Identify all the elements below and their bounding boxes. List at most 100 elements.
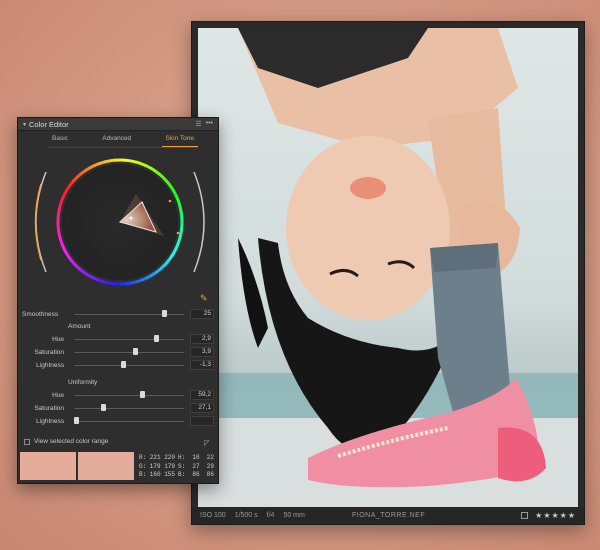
more-options-icon[interactable]: ••• xyxy=(206,120,213,128)
amount-hue-slider-thumb[interactable] xyxy=(154,335,159,342)
right-range-arc[interactable] xyxy=(193,171,205,273)
hue-ring-segment xyxy=(166,181,173,188)
amount-lightness-row: Lightness -1,3 xyxy=(18,359,218,371)
hue-ring-segment xyxy=(179,227,184,234)
tab-underline-divider xyxy=(48,147,198,148)
hue-ring-segment xyxy=(124,281,132,286)
panel-title: Color Editor xyxy=(29,119,69,129)
amount-hue-track[interactable] xyxy=(74,339,184,340)
uniformity-saturation-slider-thumb[interactable] xyxy=(101,404,107,411)
hue-ring-segment xyxy=(70,260,78,267)
hue-ring-segment xyxy=(103,159,111,164)
uniformity-hue-slider-thumb[interactable] xyxy=(139,391,145,398)
collapse-chevron-icon[interactable]: ▾ xyxy=(23,121,26,128)
hue-ring-segment xyxy=(125,158,132,163)
view-selected-label: View selected color range xyxy=(34,438,109,445)
uniformity-lightness-track[interactable] xyxy=(74,421,184,422)
smoothness-slider-thumb[interactable] xyxy=(161,310,167,317)
hue-picker-handle[interactable] xyxy=(129,216,133,220)
rgb-readout: R: 221 220 G: 179 179 B: 160 155 xyxy=(139,454,176,478)
uniformity-saturation-label: Saturation xyxy=(34,404,64,412)
hue-ring-segment xyxy=(169,252,175,260)
smoothness-label: Smoothness xyxy=(22,310,59,318)
hue-ring-segment xyxy=(62,246,68,254)
tab-advanced[interactable]: Advanced xyxy=(98,135,135,147)
hue-ring-segment xyxy=(60,194,66,202)
uniformity-saturation-value[interactable]: 27,1 xyxy=(190,403,214,413)
hue-ring-segment xyxy=(82,271,90,277)
tab-basic[interactable]: Basic xyxy=(48,135,72,147)
amount-hue-row: Hue 2,9 xyxy=(18,333,218,345)
hue-ring-segment xyxy=(67,256,74,263)
uniformity-hue-label: Hue xyxy=(52,391,64,399)
hue-ring-segment xyxy=(79,169,86,176)
amount-lightness-value[interactable]: -1,3 xyxy=(190,360,214,370)
amount-hue-value[interactable]: 2,9 xyxy=(190,334,214,344)
uniformity-saturation-track[interactable] xyxy=(74,408,184,409)
amount-lightness-label: Lightness xyxy=(36,361,64,369)
hue-ring-segment xyxy=(56,226,61,234)
view-selected-checkbox[interactable] xyxy=(24,438,30,445)
hue-ring-segment xyxy=(57,204,62,212)
uniformity-lightness-slider-thumb[interactable] xyxy=(73,417,79,424)
iso-label: ISO 100 xyxy=(200,512,226,519)
hue-ring-segment xyxy=(108,158,116,163)
star-rating[interactable]: ★★★★★ xyxy=(535,511,576,520)
amount-saturation-slider-thumb[interactable] xyxy=(133,348,139,355)
hue-ring-segment xyxy=(162,177,170,184)
amount-saturation-track[interactable] xyxy=(74,352,184,353)
hue-ring-segment xyxy=(162,260,169,268)
uniformity-lightness-row: Lightness xyxy=(18,415,218,427)
uniformity-hue-value[interactable]: 59,2 xyxy=(190,390,214,400)
hue-ring-segment xyxy=(135,160,143,166)
filename-label: FIONA_TORRE.NEF xyxy=(352,512,426,519)
hue-ring-segment xyxy=(139,276,147,282)
view-selected-toggle[interactable]: View selected color range xyxy=(24,438,108,445)
tab-bar: Basic Advanced Skin Tone xyxy=(48,135,198,147)
hue-ring-segment xyxy=(179,210,184,218)
tab-skin-tone[interactable]: Skin Tone xyxy=(161,135,198,147)
hue-ring-segment xyxy=(176,237,182,245)
uniformity-lightness-label: Lightness xyxy=(36,417,64,425)
hue-ring-segment xyxy=(176,200,182,208)
hue-ring-segment xyxy=(150,167,158,173)
hue-ring-segment xyxy=(140,162,148,168)
hue-ring-segment xyxy=(129,280,137,285)
hue-ring-segment xyxy=(60,241,66,249)
amount-hue-label: Hue xyxy=(52,335,64,343)
hue-ring-segment xyxy=(169,185,176,193)
photo-illustration xyxy=(198,28,578,509)
uniformity-hue-track[interactable] xyxy=(74,395,184,396)
amount-lightness-slider-thumb[interactable] xyxy=(121,361,126,368)
hue-ring-segment xyxy=(174,195,180,203)
smoothness-value[interactable]: 25 xyxy=(190,309,214,319)
photo-image[interactable] xyxy=(198,28,578,509)
hue-ring-segment xyxy=(144,274,152,280)
hue-ring-segment xyxy=(64,251,71,259)
original-color-swatch xyxy=(20,452,76,480)
amount-saturation-value[interactable]: 3,9 xyxy=(190,347,214,357)
hue-ring-segment xyxy=(75,172,82,180)
uniformity-section-title: Uniformity xyxy=(68,379,98,386)
hue-ring-segment xyxy=(108,281,115,286)
edited-color-swatch xyxy=(78,452,134,480)
uniformity-saturation-row: Saturation 27,1 xyxy=(18,402,218,414)
select-checkbox[interactable] xyxy=(521,512,529,519)
eyedropper-icon[interactable]: ✎ xyxy=(200,293,210,303)
amount-lightness-track[interactable] xyxy=(74,365,184,366)
shutter-label: 1/500 s xyxy=(234,512,258,519)
amount-saturation-row: Saturation 3,9 xyxy=(18,346,218,358)
hue-ring-segment xyxy=(174,242,180,250)
swatch-picker-icon[interactable]: ◸ xyxy=(204,439,209,447)
hue-ring-segment xyxy=(145,164,153,171)
left-range-arc[interactable] xyxy=(35,171,47,273)
hue-ring-segment xyxy=(98,160,106,166)
smoothness-track[interactable] xyxy=(74,314,184,315)
hsb-readout: H: 18 22 S: 27 29 B: 86 86 xyxy=(178,454,215,478)
hue-ring-segment xyxy=(92,276,100,282)
uniformity-lightness-value[interactable] xyxy=(190,416,214,426)
panel-menu-icon[interactable]: ☰ xyxy=(195,120,201,128)
hue-ring-segment xyxy=(97,278,105,284)
hue-ring-segment xyxy=(67,180,75,188)
color-wheel[interactable] xyxy=(24,154,216,290)
